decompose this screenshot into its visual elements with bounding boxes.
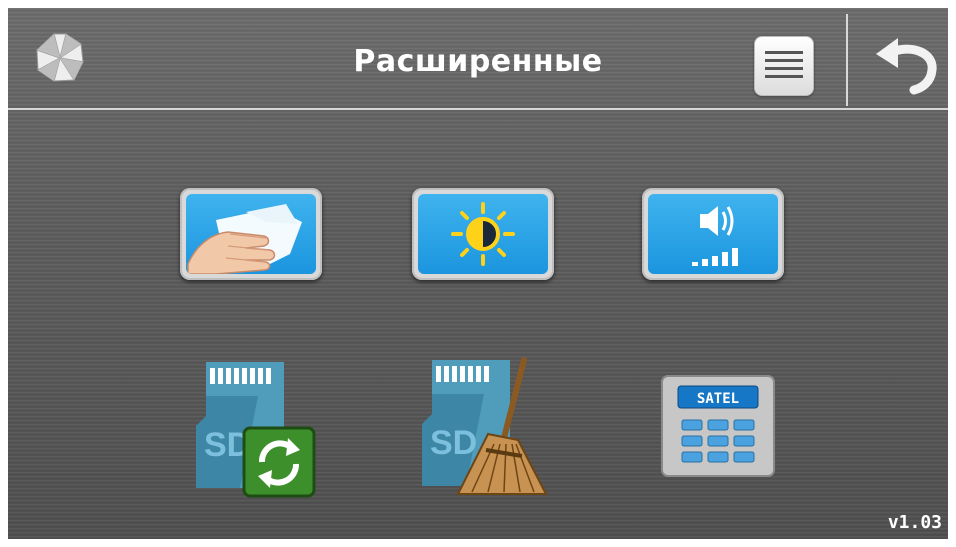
keypad-button[interactable]: SATEL <box>658 374 778 478</box>
brightness-button[interactable] <box>412 188 554 280</box>
keypad-brand: SATEL <box>697 391 739 407</box>
volume-button[interactable] <box>642 188 784 280</box>
sd-card-update-icon: SD <box>196 362 316 498</box>
screen-cleaning-button[interactable] <box>180 188 322 280</box>
header-divider <box>846 14 848 106</box>
sd-card-clean-button[interactable]: SD <box>414 354 554 500</box>
keypad-satel-icon: SATEL <box>661 375 775 477</box>
sd-card-clean-icon: SD <box>422 357 548 495</box>
header-bar: Расширенные <box>8 8 948 108</box>
version-label: v1.03 <box>887 512 942 533</box>
touch-screen: Расширенные SD SD SATEL v1.03 <box>8 8 948 539</box>
back-icon[interactable] <box>870 30 942 96</box>
volume-icon <box>692 206 738 266</box>
header-separator <box>8 108 948 110</box>
menu-button[interactable] <box>754 36 814 96</box>
brightness-icon <box>451 202 515 266</box>
sd-label: SD <box>430 424 477 462</box>
screen-cleaning-icon <box>187 204 302 274</box>
sd-card-update-button[interactable]: SD <box>188 356 318 498</box>
